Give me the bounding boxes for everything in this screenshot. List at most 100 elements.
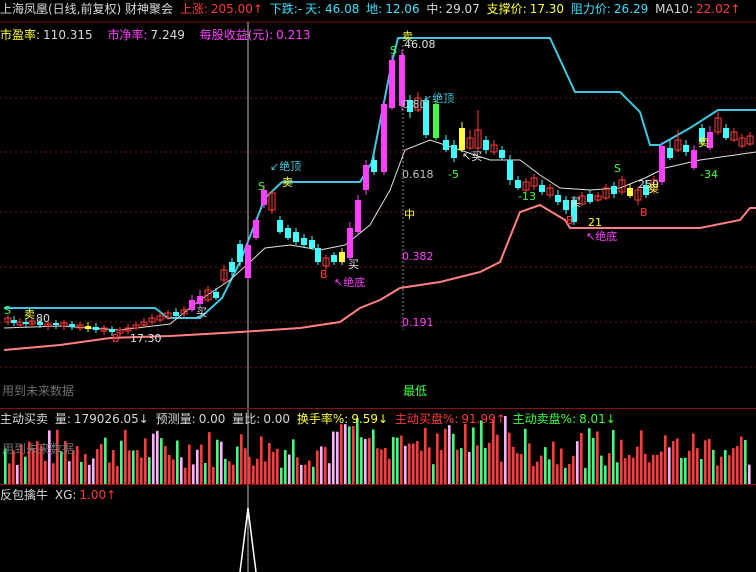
candle-body <box>659 146 665 182</box>
volume-bar <box>564 467 567 484</box>
volume-bar <box>232 464 235 484</box>
candle-body <box>611 186 617 194</box>
candle-body <box>627 188 633 196</box>
volume-bar <box>344 424 347 484</box>
candle-body <box>451 145 457 158</box>
volume-bar <box>128 450 131 484</box>
volume-bar <box>196 449 199 484</box>
signal-panel-title[interactable]: 反包擒牛 <box>0 488 48 502</box>
volume-bar <box>476 445 479 484</box>
volume-bar <box>632 457 635 484</box>
candle-body <box>85 326 91 329</box>
volume-panel-title[interactable]: 主动买卖 <box>0 412 48 426</box>
volume-bar <box>96 449 99 484</box>
volume-bar <box>288 454 291 484</box>
candle-body <box>539 185 545 192</box>
volume-bar <box>648 462 651 484</box>
volume-bar <box>736 446 739 484</box>
candle-body <box>277 220 283 232</box>
candle-body <box>53 323 59 325</box>
volume-bar <box>300 464 303 484</box>
volume-bar <box>624 458 627 484</box>
candle-body <box>555 195 561 202</box>
candle-body <box>499 150 505 158</box>
volume-bar <box>268 443 271 484</box>
volume-bar <box>484 447 487 484</box>
bottom-label-2: ↖绝底 <box>586 229 617 243</box>
candle-body <box>683 145 689 152</box>
volume-bar <box>316 450 319 484</box>
volume-bar <box>80 461 83 484</box>
volume-bar <box>132 450 135 484</box>
candle-body <box>285 228 291 238</box>
volume-bar <box>192 464 195 484</box>
volume-bar <box>68 461 71 484</box>
volume-bar <box>368 438 371 484</box>
fib-mid-label: 中 <box>404 208 415 221</box>
volume-bar <box>180 457 183 484</box>
turnover-label: 换手率%: <box>296 412 349 426</box>
candle-body <box>331 255 337 262</box>
volume-bar <box>716 465 719 484</box>
volume-bar <box>228 461 231 484</box>
volume-bar <box>176 440 179 484</box>
b-mark-3: B <box>566 214 574 227</box>
fib-21-label: 21 <box>588 216 602 229</box>
s-mark-1: S <box>258 180 265 193</box>
candle-body <box>69 324 75 327</box>
volume-bar <box>540 455 543 484</box>
volume-bar <box>220 441 223 484</box>
volume-bar <box>720 456 723 484</box>
volume-bar <box>312 466 315 484</box>
sell-label-start: 卖 <box>24 308 35 321</box>
volume-bar <box>244 448 247 484</box>
volume-bar <box>700 459 703 484</box>
fib-neg5-label: -5 <box>448 168 459 181</box>
candle-body <box>229 262 235 272</box>
candle-body <box>587 194 593 202</box>
candle-body <box>371 160 377 172</box>
candle-body <box>293 232 299 242</box>
volume-bar <box>548 459 551 484</box>
volume-bar <box>644 453 647 484</box>
volume-bar <box>112 449 115 484</box>
volume-bar <box>76 446 79 484</box>
panel-divider-2 <box>0 484 756 485</box>
volume-bar <box>744 439 747 484</box>
candle-body <box>691 150 697 168</box>
volume-bar <box>592 437 595 484</box>
lowest-label: 最低 <box>403 384 428 398</box>
volume-bar <box>704 440 707 484</box>
candle-body <box>315 248 321 262</box>
volume-bar <box>428 447 431 484</box>
active-buy-value: 91.99↑ <box>461 412 506 426</box>
volume-bar <box>8 463 11 484</box>
candle-body <box>667 148 673 158</box>
volume-bar <box>544 447 547 484</box>
candle-body <box>237 244 243 262</box>
sell-top-label: 卖 <box>402 30 413 43</box>
volume-bar <box>532 465 535 484</box>
volume-bar <box>460 448 463 484</box>
candle-body <box>173 312 179 316</box>
volume-bar <box>556 464 559 484</box>
volume-bar <box>92 458 95 484</box>
candle-body <box>389 60 395 108</box>
volume-bar <box>184 467 187 484</box>
volume-bar <box>640 430 643 484</box>
candle-body <box>301 238 307 245</box>
volume-bar <box>576 441 579 484</box>
volume-bar <box>584 467 587 484</box>
volume-bar <box>204 462 207 484</box>
volume-bar <box>24 456 27 484</box>
volume-bar <box>256 458 259 484</box>
volume-bar <box>676 438 679 484</box>
volume-bar <box>44 460 47 484</box>
volume-bar <box>672 441 675 484</box>
candle-body <box>253 220 259 238</box>
volume-bar <box>336 431 339 484</box>
volume-bar <box>168 455 171 484</box>
buy-label-2: ↖买 <box>462 150 482 163</box>
volume-bar <box>488 442 491 484</box>
volume-bar <box>320 446 323 484</box>
